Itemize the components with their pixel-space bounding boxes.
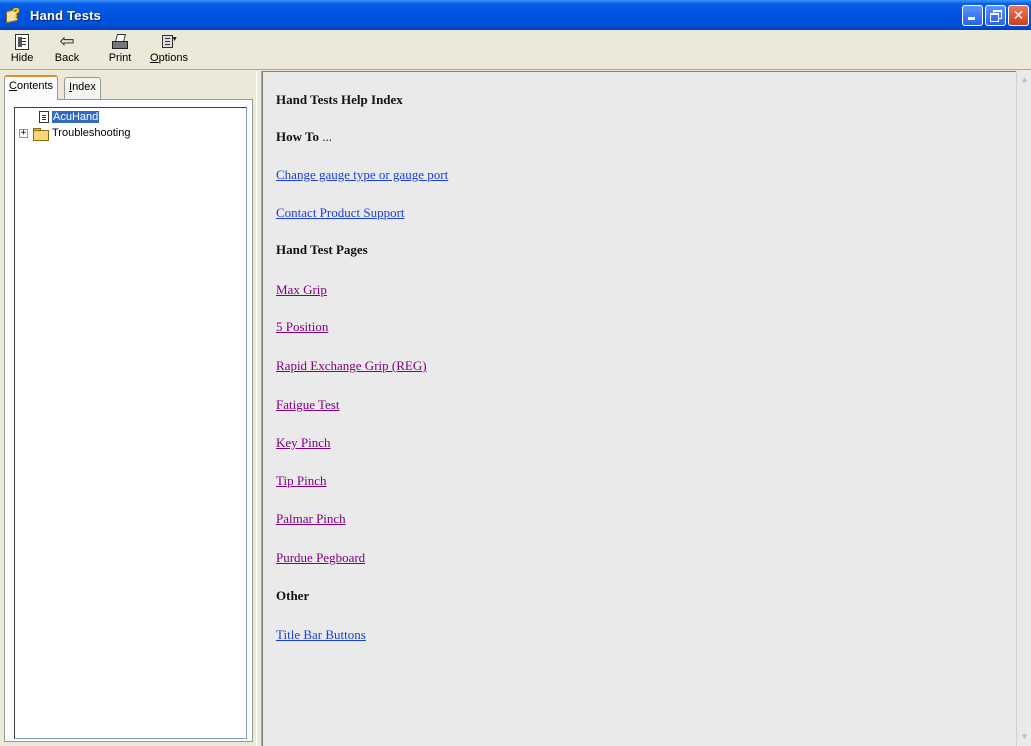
tree-item-acuhand[interactable]: AcuHand — [39, 110, 100, 124]
printer-icon — [111, 34, 129, 50]
back-label: Back — [54, 52, 80, 64]
minimize-icon — [968, 17, 975, 20]
tree-item-label: Troubleshooting — [52, 127, 131, 139]
back-button[interactable]: ⇦ Back — [50, 32, 84, 68]
link-max-grip[interactable]: Max Grip — [276, 282, 327, 297]
scroll-up-icon[interactable]: ▲ — [1018, 73, 1031, 87]
options-button[interactable]: ▼ Options — [146, 32, 192, 68]
folder-icon — [33, 127, 49, 141]
link-5-position[interactable]: 5 Position — [276, 319, 328, 334]
print-button[interactable]: Print — [103, 32, 137, 68]
close-icon: ✕ — [1012, 7, 1025, 24]
link-change-gauge[interactable]: Change gauge type or gauge port — [276, 167, 448, 182]
tab-index[interactable]: Index — [64, 77, 101, 99]
options-label: Options — [150, 52, 188, 64]
expand-plus-icon[interactable]: + — [19, 128, 28, 138]
page-icon — [39, 111, 49, 123]
close-button[interactable]: ✕ — [1008, 5, 1029, 26]
link-palmar-pinch[interactable]: Palmar Pinch — [276, 511, 346, 526]
options-icon: ▼ — [160, 33, 178, 51]
tree-item-troubleshooting[interactable]: + Troubleshooting — [19, 126, 131, 141]
link-contact-support[interactable]: Contact Product Support — [276, 205, 405, 220]
minimize-button[interactable] — [962, 5, 983, 26]
navigation-pane: Contents Index AcuHand + Troubleshooting — [0, 71, 256, 746]
vertical-scrollbar[interactable]: ▲ ▼ — [1016, 71, 1031, 746]
hide-pane-icon — [15, 34, 29, 50]
tree-item-label: AcuHand — [52, 111, 100, 123]
toolbar: Hide ⇦ Back Print ▼ Options — [0, 30, 1031, 70]
restore-button[interactable] — [985, 5, 1006, 26]
other-heading: Other — [276, 588, 310, 603]
link-rapid-exchange-grip[interactable]: Rapid Exchange Grip (REG) — [276, 358, 427, 373]
hide-label: Hide — [10, 52, 34, 64]
title-bar[interactable]: ? Hand Tests ✕ — [0, 0, 1031, 30]
hand-test-pages-heading: Hand Test Pages — [276, 242, 368, 257]
link-tip-pinch[interactable]: Tip Pinch — [276, 473, 326, 488]
scroll-down-icon[interactable]: ▼ — [1018, 730, 1031, 744]
page-title: Hand Tests Help Index — [276, 92, 403, 107]
contents-tree[interactable]: AcuHand + Troubleshooting — [14, 107, 247, 739]
link-key-pinch[interactable]: Key Pinch — [276, 435, 331, 450]
topic-content: Hand Tests Help Index How To ... Change … — [262, 71, 1016, 746]
tab-contents[interactable]: Contents — [4, 75, 59, 100]
hide-button[interactable]: Hide — [7, 32, 37, 68]
link-purdue-pegboard[interactable]: Purdue Pegboard — [276, 550, 365, 565]
back-arrow-icon: ⇦ — [59, 31, 75, 52]
link-title-bar-buttons[interactable]: Title Bar Buttons — [276, 627, 366, 642]
print-label: Print — [108, 52, 132, 64]
link-fatigue-test[interactable]: Fatigue Test — [276, 397, 339, 412]
help-book-icon[interactable]: ? — [6, 5, 22, 24]
window-title: Hand Tests — [30, 7, 102, 23]
howto-heading: How To ... — [276, 129, 332, 144]
